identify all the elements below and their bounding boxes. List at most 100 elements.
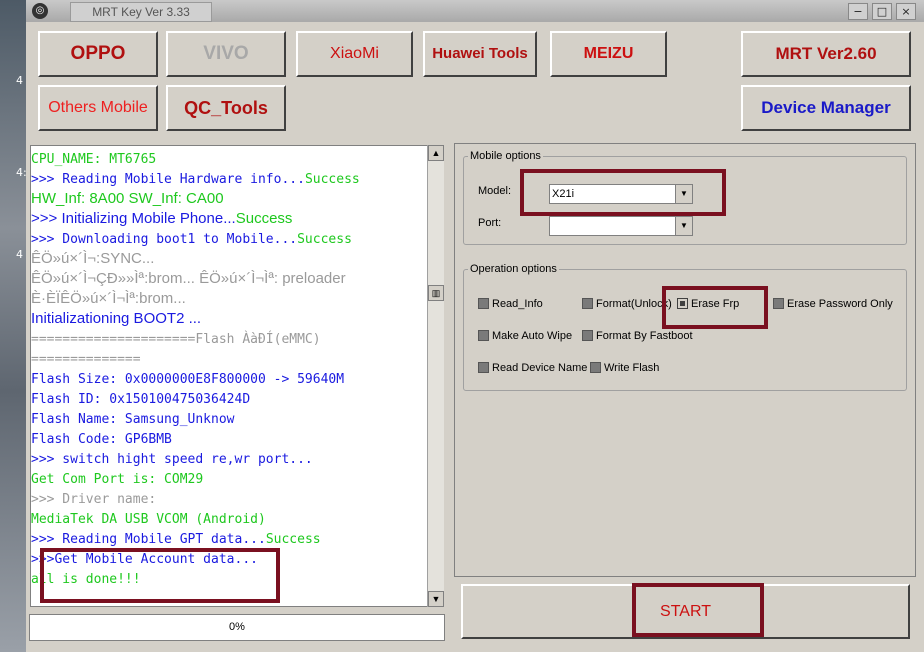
checkbox-box[interactable] xyxy=(773,298,784,309)
log-line: Initializationing BOOT2 ... xyxy=(31,308,201,328)
log-line: È·ÈÏÊÖ»ú×´Ì¬Ìª:brom... xyxy=(31,288,186,308)
make-auto-wipe-checkbox[interactable]: Make Auto Wipe xyxy=(478,329,572,343)
log-line: Get Com Port is: COM29 xyxy=(31,468,203,488)
read-info-checkbox[interactable]: Read_Info xyxy=(478,297,543,311)
scroll-thumb[interactable]: ▥ xyxy=(428,285,444,301)
log-line: >>> Reading Mobile GPT data...Success xyxy=(31,528,321,548)
progress-bar: 0% xyxy=(29,614,445,641)
log-text: >>> Reading Mobile GPT data... xyxy=(31,532,266,547)
erase-frp-checkbox[interactable]: Erase Frp xyxy=(677,297,739,311)
log-text: ============== xyxy=(31,352,141,367)
log-line: Flash Size: 0x0000000E8F800000 -> 59640M xyxy=(31,368,344,388)
qc-tools-button[interactable]: QC_Tools xyxy=(166,85,286,131)
huawei-tools-button[interactable]: Huawei Tools xyxy=(423,31,537,77)
log-text: Success xyxy=(235,210,293,227)
device-manager-button[interactable]: Device Manager xyxy=(741,85,911,131)
app-icon[interactable]: ◎ xyxy=(32,3,48,19)
option-label: Read_Info xyxy=(492,298,543,310)
log-text: Success xyxy=(265,532,321,547)
vivo-button[interactable]: VIVO xyxy=(166,31,286,77)
others-mobile-button[interactable]: Others Mobile xyxy=(38,85,158,131)
model-label: Model: xyxy=(478,185,512,197)
log-text: MediaTek DA USB VCOM (Android) xyxy=(31,512,266,527)
oppo-button[interactable]: OPPO xyxy=(38,31,158,77)
log-text: all is done!!! xyxy=(31,572,141,587)
app-window: ◎ MRT Key Ver 3.33 − □ × OPPO VIVO XiaoM… xyxy=(26,0,924,652)
model-select[interactable]: X21i ▼ xyxy=(549,184,693,204)
checkbox-box[interactable] xyxy=(478,298,489,309)
start-button[interactable]: START xyxy=(461,584,910,639)
log-line: >>> switch hight speed re,wr port... xyxy=(31,448,313,468)
log-text: Initializationing BOOT2 ... xyxy=(31,310,202,327)
checkbox-box[interactable] xyxy=(677,298,688,309)
format-unlock-checkbox[interactable]: Format(Unlock) xyxy=(582,297,672,311)
log-text: =====================Flash ÀàÐÍ(eMMC) xyxy=(31,332,321,347)
log-text: >>> Driver name: xyxy=(31,492,157,507)
log-text: >>> Downloading boot1 to Mobile... xyxy=(31,232,298,247)
log-line: >>> Reading Mobile Hardware info...Succe… xyxy=(31,168,360,188)
options-panel: Mobile options Model: X21i ▼ Port: ▼ Oper… xyxy=(454,143,916,577)
checkbox-box[interactable] xyxy=(590,362,601,373)
checkbox-box[interactable] xyxy=(582,330,593,341)
log-line: >>> Downloading boot1 to Mobile...Succes… xyxy=(31,228,352,248)
log-text: CPU_NAME: MT6765 xyxy=(31,152,157,167)
log-text: >>> Initializing Mobile Phone... xyxy=(31,210,236,227)
option-label: Read Device Name xyxy=(492,362,588,374)
mrt-version-button[interactable]: MRT Ver2.60 xyxy=(741,31,911,77)
log-line: HW_Inf: 8A00 SW_Inf: CA00 xyxy=(31,188,224,208)
maximize-button[interactable]: □ xyxy=(872,3,892,20)
log-line: Flash Name: Samsung_Unknow xyxy=(31,408,235,428)
scroll-up-arrow-icon[interactable]: ▲ xyxy=(428,145,444,161)
log-text: Flash ID: 0x150100475036424D xyxy=(31,392,251,407)
log-line: Flash ID: 0x150100475036424D xyxy=(31,388,250,408)
log-line: >>>Get Mobile Account data... xyxy=(31,548,258,568)
desktop-background: 4 4: 4 xyxy=(0,0,27,652)
option-label: Erase Frp xyxy=(691,298,740,310)
log-text: Success xyxy=(297,232,352,247)
erase-password-only-checkbox[interactable]: Erase Password Only xyxy=(773,297,893,311)
log-scrollbar[interactable]: ▲ ▥ ▼ xyxy=(427,145,444,607)
desktop-glyph: 4 xyxy=(16,74,23,87)
read-device-name-checkbox[interactable]: Read Device Name xyxy=(478,361,587,375)
close-button[interactable]: × xyxy=(896,3,916,20)
desktop-glyph: 4 xyxy=(16,248,23,261)
write-flash-checkbox[interactable]: Write Flash xyxy=(590,361,659,375)
checkbox-box[interactable] xyxy=(478,330,489,341)
log-text: Get Com Port is: COM29 xyxy=(31,472,204,487)
log-text: >>>Get Mobile Account data... xyxy=(31,552,258,567)
log-text: Success xyxy=(304,172,360,187)
port-select[interactable]: ▼ xyxy=(549,216,693,236)
log-text: >>> switch hight speed re,wr port... xyxy=(31,452,313,467)
log-line: Flash Code: GP6BMB xyxy=(31,428,172,448)
log-text: ÊÖ»ú×´Ì¬ÇÐ»»Ìª:brom... ÊÖ»ú×´Ì¬Ìª: prelo… xyxy=(31,270,346,287)
log-line: ============== xyxy=(31,348,141,368)
log-line: ÊÖ»ú×´Ì¬ÇÐ»»Ìª:brom... ÊÖ»ú×´Ì¬Ìª: prelo… xyxy=(31,268,346,288)
checkbox-box[interactable] xyxy=(478,362,489,373)
checkbox-box[interactable] xyxy=(582,298,593,309)
log-text: Flash Size: 0x0000000E8F800000 -> 59640M xyxy=(31,372,345,387)
format-by-fastboot-checkbox[interactable]: Format By Fastboot xyxy=(582,329,693,343)
option-label: Write Flash xyxy=(604,362,660,374)
minimize-button[interactable]: − xyxy=(848,3,868,20)
log-text: Flash Name: Samsung_Unknow xyxy=(31,412,235,427)
model-value: X21i xyxy=(552,188,575,200)
log-line: =====================Flash ÀàÐÍ(eMMC) xyxy=(31,328,321,348)
chevron-down-icon[interactable]: ▼ xyxy=(675,185,692,203)
title-bar[interactable]: ◎ MRT Key Ver 3.33 − □ × xyxy=(26,0,924,22)
log-line: MediaTek DA USB VCOM (Android) xyxy=(31,508,266,528)
port-label: Port: xyxy=(478,217,502,229)
log-line: CPU_NAME: MT6765 xyxy=(31,148,156,168)
scroll-down-arrow-icon[interactable]: ▼ xyxy=(428,591,444,607)
option-label: Erase Password Only xyxy=(787,298,893,310)
log-line: >>> Driver name: xyxy=(31,488,156,508)
log-text: >>> Reading Mobile Hardware info... xyxy=(31,172,305,187)
chevron-down-icon[interactable]: ▼ xyxy=(675,217,692,235)
xiaomi-button[interactable]: XiaoMi xyxy=(296,31,413,77)
log-line: >>> Initializing Mobile Phone...Success xyxy=(31,208,292,228)
meizu-button[interactable]: MEIZU xyxy=(550,31,667,77)
mobile-options-legend: Mobile options xyxy=(470,150,541,162)
log-line: ÊÖ»ú×´Ì¬:SYNC... xyxy=(31,248,154,268)
log-text: Flash Code: GP6BMB xyxy=(31,432,172,447)
log-output[interactable]: CPU_NAME: MT6765 >>> Reading Mobile Hard… xyxy=(30,145,444,607)
log-text: HW_Inf: 8A00 SW_Inf: CA00 xyxy=(31,190,224,207)
